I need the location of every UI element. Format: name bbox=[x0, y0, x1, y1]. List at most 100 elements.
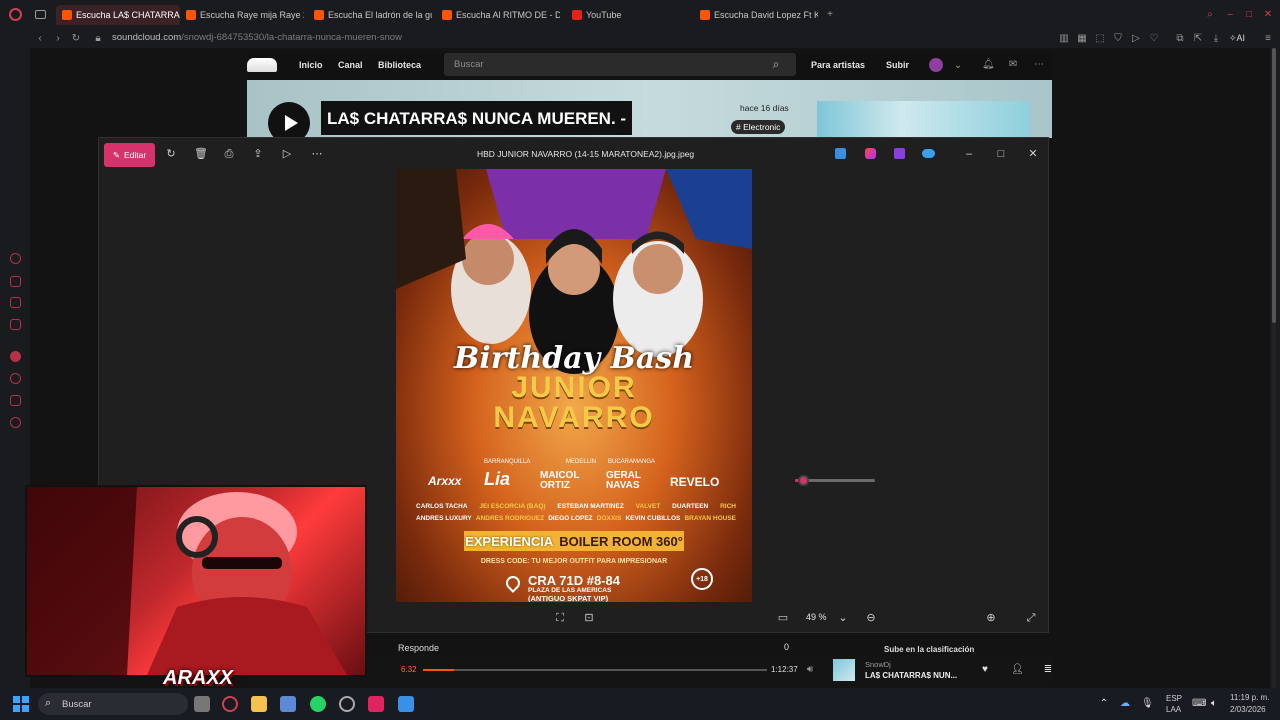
task-view-icon[interactable] bbox=[194, 696, 210, 712]
language-code[interactable]: ESP bbox=[1166, 694, 1182, 703]
extensions-icon[interactable]: ⧉ bbox=[1174, 33, 1186, 45]
clock-time[interactable]: 11:19 p. m. bbox=[1230, 693, 1269, 702]
onedrive-icon[interactable] bbox=[922, 149, 935, 158]
nav-for-artists[interactable]: Para artistas bbox=[811, 60, 865, 70]
settings-icon[interactable] bbox=[10, 417, 21, 428]
nav-feed[interactable]: Canal bbox=[338, 60, 363, 70]
nav-home[interactable]: Inicio bbox=[299, 60, 323, 70]
edit-button[interactable]: ✎ Editar bbox=[104, 143, 155, 167]
delete-icon[interactable]: 🗑︎ bbox=[194, 148, 208, 160]
chevron-up-icon[interactable]: ⌃ bbox=[1098, 698, 1110, 710]
nav-library[interactable]: Biblioteca bbox=[378, 60, 421, 70]
chevron-down-icon[interactable]: ⌄ bbox=[837, 612, 849, 624]
tab-1[interactable]: Escucha LA$ CHATARRA$ bbox=[56, 5, 180, 25]
clipchamp-icon[interactable] bbox=[865, 148, 876, 159]
page-scrollbar[interactable] bbox=[1272, 48, 1276, 688]
minimize-icon[interactable]: – bbox=[963, 148, 975, 160]
speaker-icon[interactable]: 🔈︎ bbox=[1208, 698, 1220, 710]
chatgpt-icon[interactable] bbox=[10, 253, 21, 264]
keyboard-layout[interactable]: LAA bbox=[1166, 705, 1181, 714]
volume-icon[interactable]: 🔊︎ bbox=[804, 664, 816, 676]
tab-3[interactable]: Escucha El ladrón de la gu bbox=[314, 5, 432, 25]
tiktok-icon[interactable] bbox=[368, 696, 384, 712]
tab-4[interactable]: Escucha Al RITMO DE - D bbox=[442, 5, 560, 25]
music-player-icon[interactable] bbox=[10, 319, 21, 330]
fit-screen-icon[interactable]: ▭ bbox=[777, 612, 789, 624]
ai-button[interactable]: ✧AI bbox=[1229, 33, 1245, 44]
close-icon[interactable]: ✕ bbox=[1027, 148, 1039, 160]
video-editor-icon[interactable] bbox=[894, 148, 905, 159]
notifications-icon[interactable]: 🔔︎ bbox=[982, 59, 995, 71]
text-scan-icon[interactable]: ⊡ bbox=[583, 612, 595, 624]
minimize-window-icon[interactable]: – bbox=[1224, 9, 1236, 21]
soundcloud-logo-icon[interactable] bbox=[247, 58, 277, 72]
player-artist[interactable]: SnowDj bbox=[865, 660, 891, 669]
network-icon[interactable]: ⌨ bbox=[1192, 698, 1206, 710]
genre-tag[interactable]: # Electronic bbox=[731, 120, 786, 134]
heart-icon[interactable]: ♡ bbox=[1148, 33, 1160, 45]
more-icon[interactable]: ⋯ bbox=[1033, 59, 1045, 71]
url-field[interactable]: soundcloud.com/snowdj-684753530/la-chata… bbox=[112, 32, 402, 43]
menu-icon[interactable]: ≡ bbox=[1262, 33, 1274, 45]
tab-2[interactable]: Escucha Raye mija Raye 2 bbox=[186, 5, 304, 25]
onedrive-tray-icon[interactable]: ☁ bbox=[1119, 698, 1131, 710]
snapshot-icon[interactable]: ⬚ bbox=[1094, 33, 1106, 45]
share-icon[interactable]: ⇱ bbox=[1192, 33, 1204, 45]
clock-date[interactable]: 2/03/2026 bbox=[1230, 705, 1266, 714]
photos-icon[interactable] bbox=[398, 696, 414, 712]
slideshow-icon[interactable]: ▷ bbox=[281, 148, 293, 160]
rotate-icon[interactable]: ↻ bbox=[165, 148, 177, 160]
zoom-out-icon[interactable]: ⊖ bbox=[865, 612, 877, 624]
download-icon[interactable]: ⤓ bbox=[1210, 33, 1222, 45]
play-icon[interactable]: ▷ bbox=[1130, 33, 1142, 45]
extensions-sidebar-icon[interactable] bbox=[10, 395, 21, 406]
windows-start-icon[interactable] bbox=[13, 696, 29, 712]
aria-icon[interactable] bbox=[10, 276, 21, 287]
reply-label[interactable]: Responde bbox=[398, 643, 439, 653]
avatar[interactable] bbox=[929, 58, 943, 72]
history-icon[interactable] bbox=[10, 373, 21, 384]
zoom-slider-thumb[interactable] bbox=[798, 475, 809, 486]
microphone-icon[interactable]: 🎙︎ bbox=[1141, 698, 1154, 710]
split-view-icon[interactable]: ▥ bbox=[1058, 33, 1070, 45]
forward-icon[interactable]: › bbox=[52, 33, 64, 45]
workspaces-icon[interactable] bbox=[35, 10, 46, 19]
share-icon[interactable]: ⇪ bbox=[252, 148, 264, 160]
close-window-icon[interactable]: ✕ bbox=[1262, 9, 1274, 21]
zoom-in-icon[interactable]: ⊕ bbox=[985, 612, 997, 624]
maximize-window-icon[interactable]: □ bbox=[1243, 9, 1255, 21]
designer-icon[interactable] bbox=[835, 148, 846, 159]
search-tabs-icon[interactable]: ⌕ bbox=[1204, 9, 1216, 21]
new-tab-icon[interactable]: + bbox=[824, 9, 836, 21]
zoom-slider[interactable] bbox=[795, 475, 875, 486]
search-input[interactable] bbox=[444, 53, 744, 76]
back-icon[interactable]: ‹ bbox=[34, 33, 46, 45]
visual-search-icon[interactable]: ⛶ bbox=[554, 612, 566, 624]
file-explorer-icon[interactable] bbox=[251, 696, 267, 712]
tab-5[interactable]: YouTube bbox=[572, 5, 690, 25]
messenger-icon[interactable] bbox=[10, 297, 21, 308]
scrollbar-thumb[interactable] bbox=[1272, 48, 1276, 323]
opera-logo-icon[interactable] bbox=[9, 8, 22, 21]
tab-islands-icon[interactable]: ▦ bbox=[1076, 33, 1088, 45]
pinboard-icon[interactable] bbox=[10, 351, 21, 362]
messages-icon[interactable]: ✉ bbox=[1007, 59, 1019, 71]
whatsapp-icon[interactable] bbox=[310, 696, 326, 712]
print-icon[interactable]: ⎙ bbox=[223, 148, 235, 160]
queue-icon[interactable]: ≣ bbox=[1042, 664, 1054, 676]
follow-icon[interactable]: 👤︎ bbox=[1011, 664, 1024, 676]
chevron-down-icon[interactable]: ⌄ bbox=[952, 60, 964, 72]
fullscreen-icon[interactable]: ⤢ bbox=[1025, 612, 1037, 624]
like-icon[interactable]: ♥ bbox=[979, 664, 991, 676]
nav-upload[interactable]: Subir bbox=[886, 60, 909, 70]
zoom-value[interactable]: 49 % bbox=[806, 612, 827, 622]
maximize-icon[interactable]: □ bbox=[995, 148, 1007, 160]
tab-6[interactable]: Escucha David Lopez Ft K bbox=[700, 5, 818, 25]
player-title[interactable]: LA$ CHATARRA$ NUN... bbox=[865, 671, 957, 680]
search-icon[interactable]: ⌕ bbox=[770, 58, 782, 70]
more-options-icon[interactable]: ⋯ bbox=[311, 148, 323, 160]
adblock-icon[interactable]: ⛉ bbox=[1112, 33, 1124, 45]
clock-app-icon[interactable] bbox=[339, 696, 355, 712]
opera-taskbar-icon[interactable] bbox=[222, 696, 238, 712]
reload-icon[interactable]: ↻ bbox=[70, 33, 82, 45]
